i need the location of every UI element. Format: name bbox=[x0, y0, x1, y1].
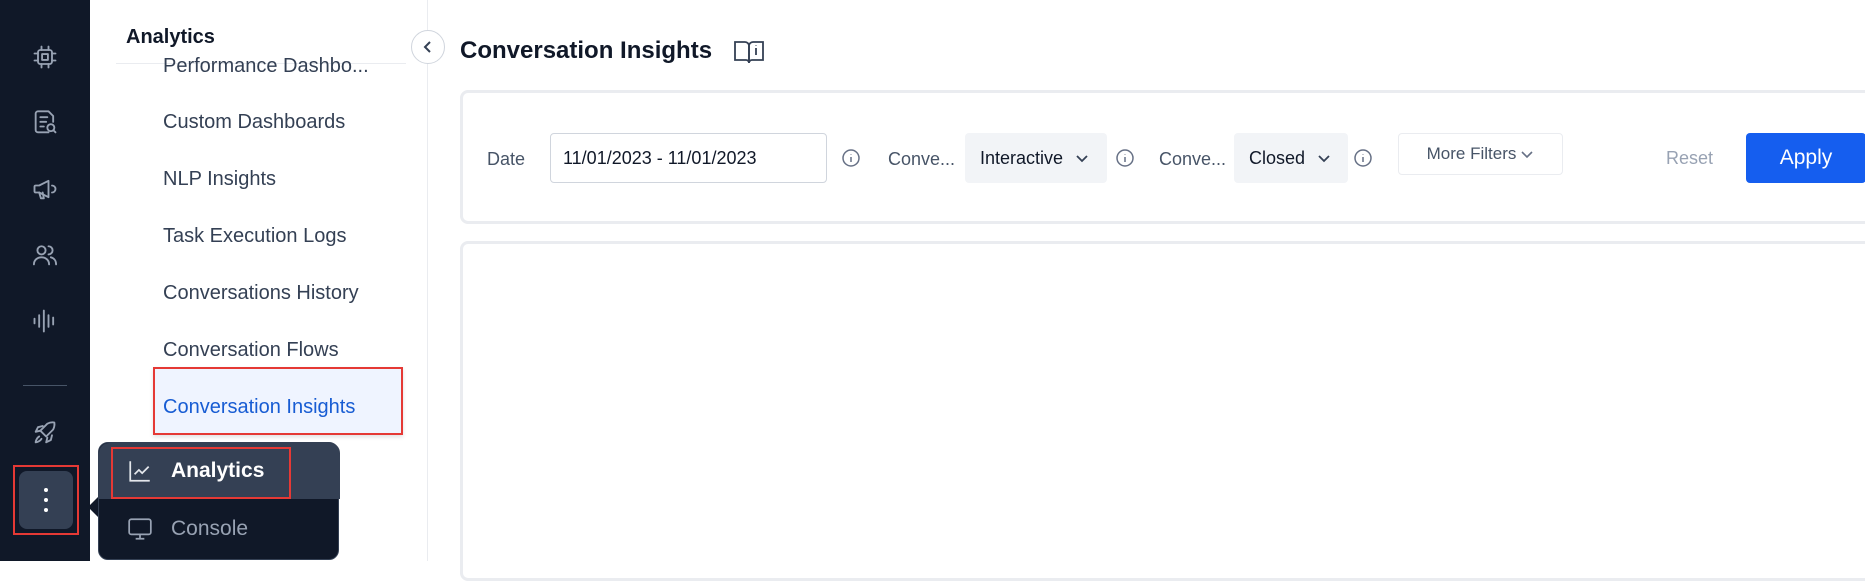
more-button-highlight bbox=[13, 465, 79, 535]
reset-button[interactable]: Reset bbox=[1666, 148, 1713, 169]
info-icon[interactable] bbox=[1353, 148, 1373, 168]
conversation-status-select[interactable]: Closed bbox=[1234, 133, 1348, 183]
conversation-type-value: Interactive bbox=[980, 147, 1064, 168]
monitor-icon bbox=[128, 518, 152, 540]
report-search-icon[interactable] bbox=[25, 103, 65, 143]
rail-divider bbox=[23, 385, 67, 386]
sidebar-item-task-execution-logs[interactable]: Task Execution Logs bbox=[163, 225, 346, 248]
apply-button[interactable]: Apply bbox=[1746, 133, 1865, 183]
sidebar-item-nlp-insights[interactable]: NLP Insights bbox=[163, 168, 276, 191]
date-range-input[interactable]: 11/01/2023 - 11/01/2023 bbox=[550, 133, 827, 183]
sidebar-item-custom-dashboards[interactable]: Custom Dashboards bbox=[163, 111, 345, 134]
more-filters-button[interactable]: More Filters bbox=[1398, 133, 1563, 175]
filter-bar: Date 11/01/2023 - 11/01/2023 Conve... In… bbox=[460, 90, 1865, 224]
sidebar-item-conversation-flows[interactable]: Conversation Flows bbox=[163, 339, 339, 362]
more-filters-label: More Filters bbox=[1426, 144, 1517, 163]
sidebar-item-conversations-history[interactable]: Conversations History bbox=[163, 282, 359, 305]
megaphone-icon[interactable] bbox=[25, 169, 65, 209]
conversation-status-label: Conve... bbox=[1159, 149, 1227, 169]
conversation-status-value: Closed bbox=[1249, 147, 1306, 168]
analytics-menu-highlight bbox=[111, 447, 291, 499]
menu-item-label: Console bbox=[171, 517, 249, 540]
more-vertical-icon bbox=[44, 485, 48, 515]
left-rail bbox=[0, 0, 90, 561]
conversation-type-label: Conve... bbox=[888, 149, 956, 169]
users-icon[interactable] bbox=[25, 235, 65, 275]
chevron-down-icon bbox=[1076, 155, 1088, 163]
chevron-down-icon bbox=[1521, 151, 1533, 159]
info-icon[interactable] bbox=[1115, 148, 1135, 168]
subnav-title: Analytics bbox=[126, 26, 215, 48]
book-icon[interactable] bbox=[733, 38, 765, 71]
chip-icon[interactable] bbox=[25, 37, 65, 77]
waveform-icon[interactable] bbox=[25, 301, 65, 341]
chevron-down-icon bbox=[1318, 155, 1330, 163]
info-icon[interactable] bbox=[841, 148, 861, 168]
sidebar-item-conversation-insights[interactable]: Conversation Insights bbox=[163, 396, 355, 419]
sidebar-item-performance-dashboard[interactable]: Performance Dashbo... bbox=[163, 55, 369, 78]
more-button[interactable] bbox=[19, 471, 73, 529]
date-label: Date bbox=[487, 149, 526, 169]
chevron-left-icon bbox=[423, 41, 431, 53]
collapse-sidebar-button[interactable] bbox=[411, 30, 445, 64]
rocket-icon[interactable] bbox=[25, 413, 65, 453]
page-title: Conversation Insights bbox=[460, 37, 713, 64]
menu-item-console[interactable]: Console bbox=[99, 501, 340, 557]
popover-arrow bbox=[88, 497, 98, 517]
insights-content-panel bbox=[460, 241, 1865, 581]
conversation-type-select[interactable]: Interactive bbox=[965, 133, 1107, 183]
